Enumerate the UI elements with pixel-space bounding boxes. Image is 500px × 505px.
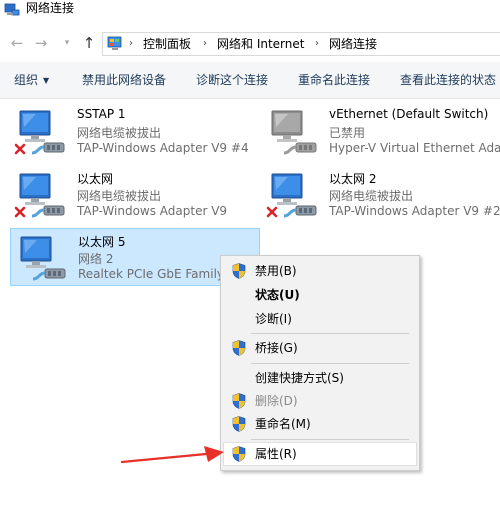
breadcrumb-separator-icon: › bbox=[203, 38, 207, 49]
up-arrow-icon[interactable]: ↑ bbox=[80, 34, 98, 52]
diagnose-button[interactable]: 诊断这个连接 bbox=[196, 62, 268, 98]
menu-item-diagnose[interactable]: 诊断(I) bbox=[223, 307, 417, 331]
error-x-icon bbox=[266, 206, 278, 218]
menu-separator bbox=[251, 363, 409, 364]
connection-name: vEthernet (Default Switch) bbox=[329, 107, 489, 121]
connection-name: 以太网 bbox=[77, 172, 114, 186]
menu-item-label: 状态(U) bbox=[255, 288, 300, 302]
menu-item-delete: 删除(D) bbox=[223, 389, 417, 413]
connection-item-ethernet2[interactable]: 以太网 2 网络电缆被拔出 TAP-Windows Adapter V9 #2 bbox=[262, 166, 500, 224]
command-bar: 组织 ▼ 禁用此网络设备 诊断这个连接 重命名此连接 查看此连接的状态 bbox=[0, 62, 500, 99]
breadcrumb-network-connections[interactable]: 网络连接 bbox=[329, 33, 377, 55]
dropdown-caret-icon: ▼ bbox=[43, 76, 50, 85]
back-arrow-icon[interactable]: ← bbox=[8, 34, 26, 52]
uac-shield-icon bbox=[232, 393, 246, 409]
breadcrumb-separator-icon: › bbox=[129, 38, 133, 49]
menu-item-label: 桥接(G) bbox=[255, 341, 298, 355]
recent-locations-chevron-icon[interactable]: ▾ bbox=[58, 34, 76, 52]
connection-name: 以太网 5 bbox=[78, 235, 126, 249]
context-menu: 禁用(B) 状态(U) 诊断(I) 桥接(G) 创建快捷方式(S) 删除(D) … bbox=[220, 255, 420, 471]
network-adapter-icon bbox=[268, 109, 324, 159]
rename-button[interactable]: 重命名此连接 bbox=[298, 62, 370, 98]
navigation-bar: ← → ▾ ↑ › 控制面板 › 网络和 Internet › 网络连接 bbox=[0, 28, 500, 60]
organize-label: 组织 bbox=[14, 73, 39, 87]
connection-adapter: TAP-Windows Adapter V9 #2 bbox=[329, 204, 500, 218]
uac-shield-icon bbox=[232, 416, 246, 432]
connection-status: 网络电缆被拔出 bbox=[77, 126, 162, 140]
connection-adapter: Realtek PCIe GbE Family C bbox=[78, 267, 237, 281]
network-adapter-icon bbox=[17, 235, 73, 285]
window-title: 网络连接 bbox=[26, 1, 75, 15]
menu-item-label: 创建快捷方式(S) bbox=[255, 371, 344, 385]
menu-separator bbox=[251, 333, 409, 334]
breadcrumb-control-panel[interactable]: 控制面板 bbox=[143, 33, 191, 55]
uac-shield-icon bbox=[232, 340, 246, 356]
connection-status: 网络电缆被拔出 bbox=[329, 189, 414, 203]
menu-item-label: 诊断(I) bbox=[255, 312, 292, 326]
connection-item-vethernet[interactable]: vEthernet (Default Switch) 已禁用 Hyper-V V… bbox=[262, 103, 500, 161]
menu-item-label: 重命名(M) bbox=[255, 417, 311, 431]
forward-arrow-icon[interactable]: → bbox=[32, 34, 50, 52]
connection-item-sstap1[interactable]: SSTAP 1 网络电缆被拔出 TAP-Windows Adapter V9 #… bbox=[10, 103, 260, 161]
uac-shield-icon bbox=[232, 263, 246, 279]
control-panel-icon bbox=[107, 36, 122, 50]
disable-device-button[interactable]: 禁用此网络设备 bbox=[82, 62, 166, 98]
menu-item-bridge[interactable]: 桥接(G) bbox=[223, 336, 417, 360]
title-bar: 网络连接 bbox=[0, 0, 500, 26]
menu-item-label: 删除(D) bbox=[255, 394, 298, 408]
connection-status: 网络电缆被拔出 bbox=[77, 189, 162, 203]
connection-name: 以太网 2 bbox=[329, 172, 377, 186]
menu-item-disable[interactable]: 禁用(B) bbox=[223, 259, 417, 283]
view-status-button[interactable]: 查看此连接的状态 bbox=[400, 62, 496, 98]
error-x-icon bbox=[14, 206, 26, 218]
organize-button[interactable]: 组织 ▼ bbox=[14, 62, 49, 99]
connection-status: 网络 2 bbox=[78, 252, 114, 266]
network-connections-icon bbox=[4, 3, 20, 16]
connection-item-ethernet[interactable]: 以太网 网络电缆被拔出 TAP-Windows Adapter V9 bbox=[10, 166, 260, 224]
error-x-icon bbox=[14, 143, 26, 155]
menu-item-rename[interactable]: 重命名(M) bbox=[223, 412, 417, 436]
menu-separator bbox=[251, 439, 409, 440]
connection-status: 已禁用 bbox=[329, 126, 366, 140]
breadcrumb-network-internet[interactable]: 网络和 Internet bbox=[217, 33, 304, 55]
menu-item-label: 属性(R) bbox=[255, 447, 297, 461]
connection-adapter: Hyper-V Virtual Ethernet Adap... bbox=[329, 141, 500, 155]
connection-adapter: TAP-Windows Adapter V9 bbox=[77, 204, 228, 218]
red-pointer-arrow-icon bbox=[120, 446, 224, 464]
menu-item-label: 禁用(B) bbox=[255, 264, 297, 278]
menu-item-properties[interactable]: 属性(R) bbox=[223, 442, 417, 466]
menu-item-status[interactable]: 状态(U) bbox=[223, 283, 417, 307]
connection-name: SSTAP 1 bbox=[77, 107, 126, 121]
uac-shield-icon bbox=[232, 446, 246, 462]
menu-item-create-shortcut[interactable]: 创建快捷方式(S) bbox=[223, 366, 417, 390]
breadcrumb-separator-icon: › bbox=[315, 38, 319, 49]
address-bar[interactable]: › 控制面板 › 网络和 Internet › 网络连接 bbox=[102, 32, 500, 56]
connection-adapter: TAP-Windows Adapter V9 #4 bbox=[77, 141, 249, 155]
